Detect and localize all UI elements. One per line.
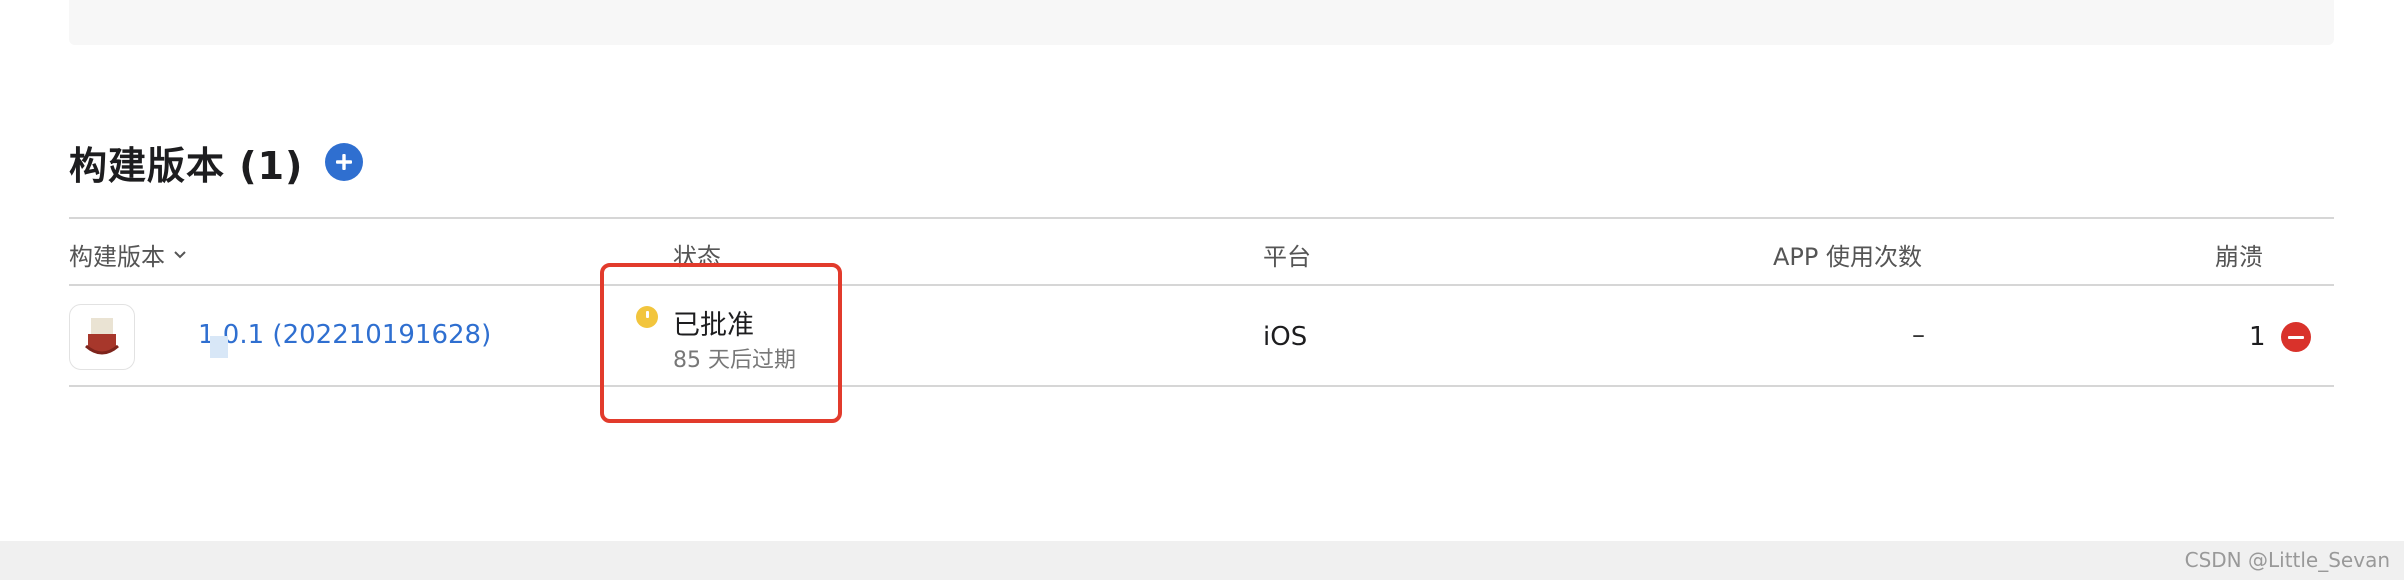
watermark: CSDN @Little_Sevan	[2184, 548, 2390, 572]
row-divider	[69, 385, 2334, 387]
column-header-usage: APP 使用次数	[1773, 243, 1922, 271]
redaction-mark	[210, 336, 228, 358]
column-header-build-label: 构建版本	[69, 243, 165, 271]
build-version-link[interactable]: 1.0.1 (202210191628)	[198, 320, 491, 350]
usage-value: –	[1912, 320, 1925, 350]
app-icon	[85, 318, 119, 355]
column-header-platform: 平台	[1263, 243, 1311, 271]
column-header-build[interactable]: 构建版本	[69, 237, 187, 272]
footer-bar	[0, 541, 2404, 580]
add-build-button[interactable]	[325, 143, 364, 181]
chevron-down-icon	[174, 250, 186, 258]
previous-section-panel	[69, 0, 2334, 45]
app-thumbnail	[69, 304, 135, 370]
table-top-divider	[69, 217, 2334, 219]
highlight-annotation-box	[600, 263, 842, 423]
plus-icon	[336, 154, 353, 170]
section-title: 构建版本 (1)	[69, 143, 304, 188]
column-header-crashes: 崩溃	[2215, 243, 2263, 271]
header-divider	[69, 284, 2334, 286]
builds-section-header: 构建版本 (1)	[69, 132, 364, 192]
minus-circle-icon[interactable]	[2281, 322, 2311, 352]
platform-value: iOS	[1263, 322, 1308, 352]
crash-count: 1	[2249, 322, 2266, 352]
